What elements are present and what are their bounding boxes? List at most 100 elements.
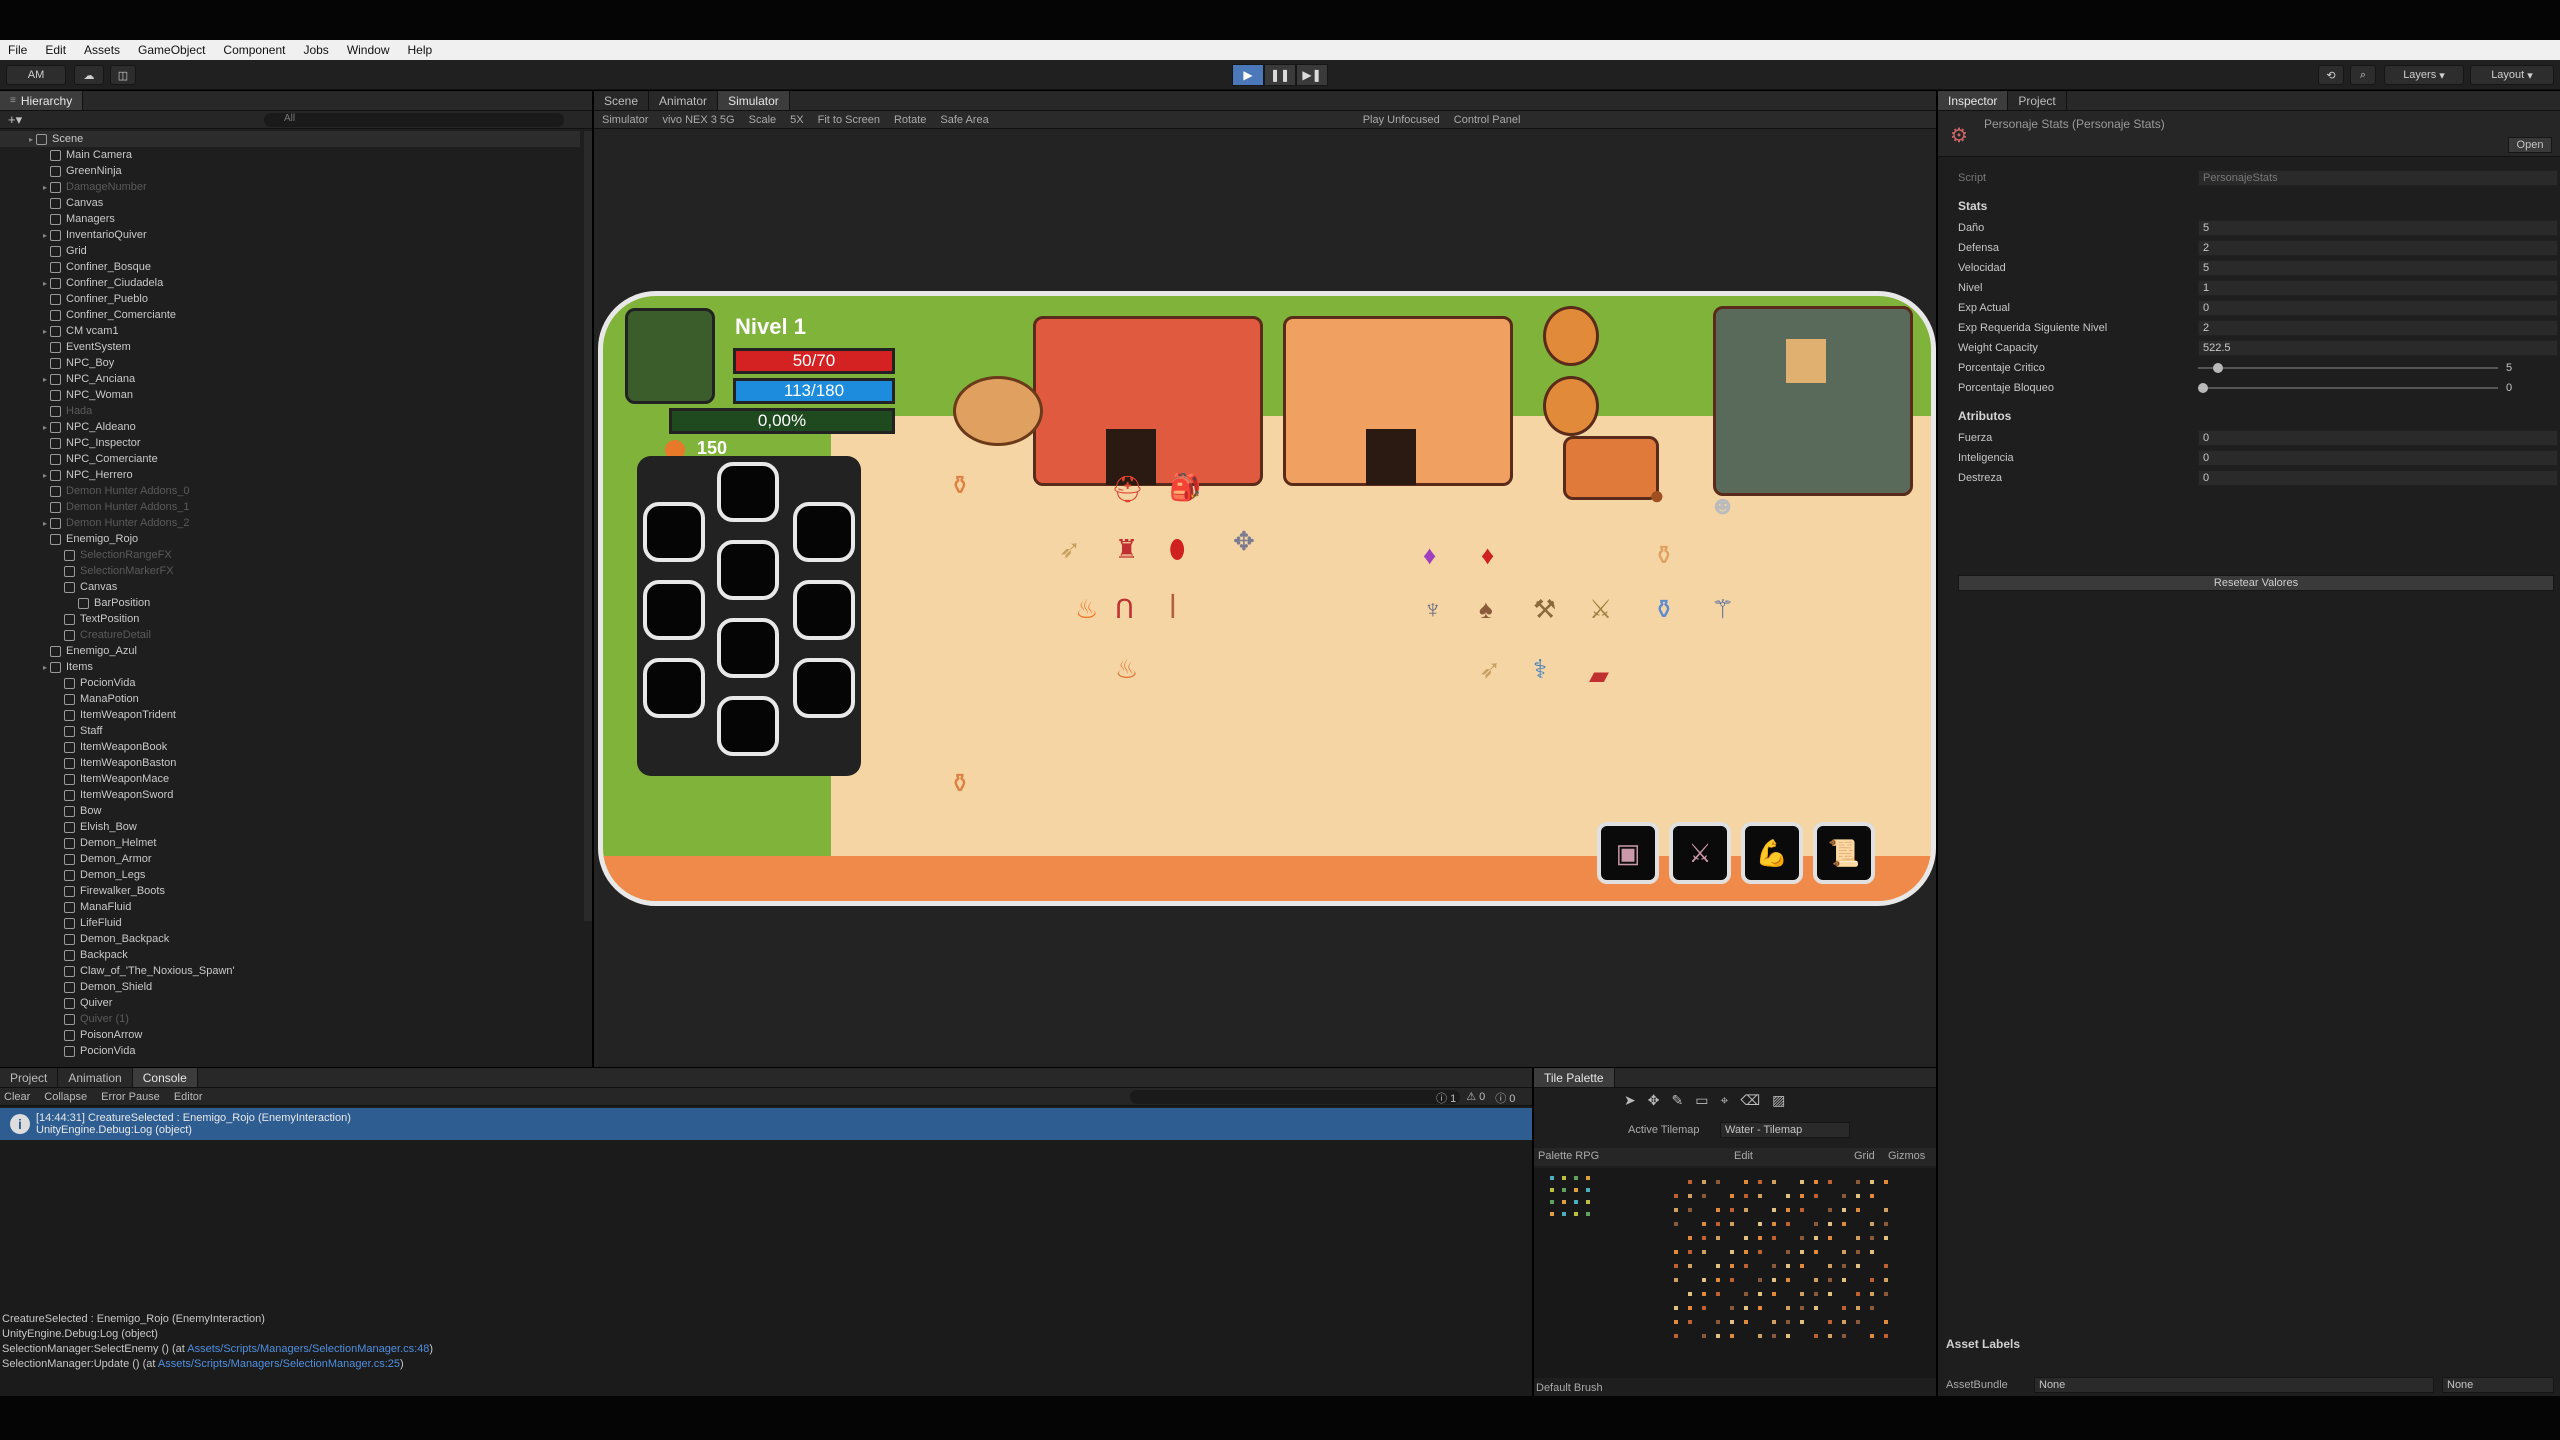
mana-fluid-item[interactable]: ♦ xyxy=(1423,542,1436,568)
palette-tile[interactable] xyxy=(1772,1208,1776,1212)
palette-tile[interactable] xyxy=(1800,1180,1804,1184)
palette-tile[interactable] xyxy=(1730,1208,1734,1212)
palette-tile[interactable] xyxy=(1744,1264,1748,1268)
hierarchy-item[interactable]: Demon_Legs xyxy=(0,867,580,883)
palette-tile[interactable] xyxy=(1800,1264,1804,1268)
palette-tile[interactable] xyxy=(1574,1176,1578,1180)
palette-tile[interactable] xyxy=(1842,1306,1846,1310)
pause-button[interactable]: ❚❚ xyxy=(1264,64,1296,86)
palette-tile[interactable] xyxy=(1828,1208,1832,1212)
hierarchy-item[interactable]: ItemWeaponBaston xyxy=(0,755,580,771)
hierarchy-item[interactable]: Canvas xyxy=(0,579,580,595)
menu-item[interactable]: Help xyxy=(408,43,433,57)
hierarchy-item[interactable]: NPC_Woman xyxy=(0,387,580,403)
palette-tile[interactable] xyxy=(1744,1292,1748,1296)
simulator-control[interactable]: Play Unfocused xyxy=(1363,114,1440,126)
palette-tile[interactable] xyxy=(1786,1250,1790,1254)
palette-tile[interactable] xyxy=(1674,1320,1678,1324)
trace-link[interactable]: Assets/Scripts/Managers/SelectionManager… xyxy=(187,1343,429,1355)
palette-tile[interactable] xyxy=(1884,1292,1888,1296)
paint-tool-icon[interactable]: ✎ xyxy=(1671,1092,1683,1109)
palette-tile[interactable] xyxy=(1688,1306,1692,1310)
hierarchy-item[interactable]: Demon_Shield xyxy=(0,979,580,995)
palette-tile[interactable] xyxy=(1814,1306,1818,1310)
mace-item[interactable]: ♆ xyxy=(1423,596,1443,622)
palette-tile[interactable] xyxy=(1814,1278,1818,1282)
hierarchy-item[interactable]: Demon_Backpack xyxy=(0,931,580,947)
palette-tile[interactable] xyxy=(1730,1222,1734,1226)
palette-tile[interactable] xyxy=(1688,1292,1692,1296)
palette-tile[interactable] xyxy=(1856,1236,1860,1240)
palette-tile[interactable] xyxy=(1730,1334,1734,1338)
hierarchy-item[interactable]: ManaFluid xyxy=(0,899,580,915)
palette-tile[interactable] xyxy=(1828,1334,1832,1338)
palette-tile[interactable] xyxy=(1688,1236,1692,1240)
helmet-item[interactable]: ⛑ xyxy=(1111,476,1144,502)
palette-tile[interactable] xyxy=(1814,1180,1818,1184)
hierarchy-item[interactable]: Hada xyxy=(0,403,580,419)
collab-icon[interactable]: ◫ xyxy=(110,65,136,85)
equip-slot[interactable] xyxy=(717,462,779,522)
palette-gizmos-toggle[interactable]: Gizmos xyxy=(1888,1150,1925,1162)
jar-item[interactable]: ⚱ xyxy=(1653,542,1675,568)
asset-variant-dropdown[interactable]: None xyxy=(2442,1377,2554,1393)
npc-jar[interactable]: ⚱ xyxy=(949,472,971,498)
reset-values-button[interactable]: Resetear Valores xyxy=(1958,575,2554,591)
palette-tile[interactable] xyxy=(1800,1292,1804,1296)
hierarchy-item[interactable]: Confiner_Pueblo xyxy=(0,291,580,307)
tab-animator[interactable]: Animator xyxy=(649,91,719,110)
move-tool-icon[interactable]: ✥ xyxy=(1648,1092,1660,1109)
simulator-control[interactable]: vivo NEX 3 5G xyxy=(662,114,734,126)
palette-tile[interactable] xyxy=(1842,1320,1846,1324)
palette-grid-toggle[interactable]: Grid xyxy=(1854,1150,1875,1162)
hierarchy-item[interactable]: ▸ DamageNumber xyxy=(0,179,580,195)
palette-tile[interactable] xyxy=(1758,1292,1762,1296)
palette-tile[interactable] xyxy=(1842,1334,1846,1338)
palette-tile[interactable] xyxy=(1786,1334,1790,1338)
palette-tile[interactable] xyxy=(1828,1180,1832,1184)
hierarchy-item[interactable]: Staff xyxy=(0,723,580,739)
hierarchy-item[interactable]: ManaPotion xyxy=(0,691,580,707)
hierarchy-item[interactable]: ▸ Items xyxy=(0,659,580,675)
equip-slot[interactable] xyxy=(793,580,855,640)
menu-item[interactable]: File xyxy=(8,43,27,57)
palette-tile[interactable] xyxy=(1856,1194,1860,1198)
hierarchy-item[interactable]: Firewalker_Boots xyxy=(0,883,580,899)
palette-tile[interactable] xyxy=(1786,1264,1790,1268)
backpack-button[interactable]: ▣ xyxy=(1597,822,1659,884)
hierarchy-item[interactable]: ▸ Confiner_Ciudadela xyxy=(0,275,580,291)
palette-tile[interactable] xyxy=(1744,1236,1748,1240)
palette-tile[interactable] xyxy=(1574,1200,1578,1204)
menu-item[interactable]: Component xyxy=(223,43,285,57)
palette-tile[interactable] xyxy=(1856,1320,1860,1324)
palette-tile[interactable] xyxy=(1586,1176,1590,1180)
palette-tile[interactable] xyxy=(1786,1222,1790,1226)
palette-tile[interactable] xyxy=(1674,1222,1678,1226)
hierarchy-item[interactable]: ItemWeaponBook xyxy=(0,739,580,755)
palette-tile[interactable] xyxy=(1702,1306,1706,1310)
palette-tile[interactable] xyxy=(1730,1264,1734,1268)
palette-tile[interactable] xyxy=(1586,1188,1590,1192)
palette-tile[interactable] xyxy=(1800,1320,1804,1324)
sword-item[interactable]: ⚔ xyxy=(1589,596,1612,622)
palette-tile[interactable] xyxy=(1550,1176,1554,1180)
palette-tile[interactable] xyxy=(1870,1180,1874,1184)
hierarchy-item[interactable]: GreenNinja xyxy=(0,163,580,179)
backpack-item[interactable]: 🎒 xyxy=(1169,474,1201,500)
elvish-bow-item[interactable]: ➶ xyxy=(1479,656,1501,682)
palette-tile[interactable] xyxy=(1772,1222,1776,1226)
palette-tile[interactable] xyxy=(1772,1292,1776,1296)
palette-tile[interactable] xyxy=(1828,1236,1832,1240)
palette-tile[interactable] xyxy=(1702,1334,1706,1338)
palette-tile[interactable] xyxy=(1814,1222,1818,1226)
layout-dropdown[interactable]: Layout ▾ xyxy=(2470,65,2554,85)
hierarchy-item[interactable]: Quiver (1) xyxy=(0,1011,580,1027)
log-count-icon[interactable]: ⓘ 1 xyxy=(1436,1090,1456,1106)
slider-value[interactable]: 0 xyxy=(2506,382,2512,394)
palette-tile[interactable] xyxy=(1562,1176,1566,1180)
tab-project[interactable]: Project xyxy=(2008,91,2067,110)
palette-tile[interactable] xyxy=(1758,1180,1762,1184)
palette-tile[interactable] xyxy=(1716,1236,1720,1240)
palette-tile[interactable] xyxy=(1702,1292,1706,1296)
slider-value[interactable]: 5 xyxy=(2506,362,2512,374)
